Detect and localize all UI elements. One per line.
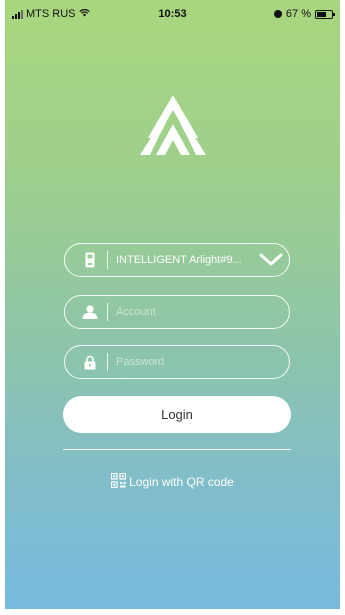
- device-icon: [79, 252, 101, 268]
- field-separator: [107, 353, 108, 371]
- account-field[interactable]: [64, 295, 290, 329]
- field-separator: [107, 303, 108, 321]
- alarm-icon: [273, 10, 282, 18]
- qr-login-link[interactable]: Login with QR code: [0, 472, 345, 491]
- account-input[interactable]: [116, 306, 289, 318]
- status-right: 67 %: [273, 8, 335, 20]
- screen-frame-bottom: [0, 609, 345, 615]
- divider: [63, 449, 291, 450]
- lock-icon: [79, 355, 101, 370]
- battery-icon: [315, 9, 335, 19]
- qr-login-label: Login with QR code: [129, 475, 234, 489]
- app-logo-icon: [140, 95, 206, 155]
- qr-code-icon: [111, 472, 127, 491]
- chevron-down-icon[interactable]: [259, 253, 283, 267]
- field-separator: [107, 251, 108, 269]
- password-field[interactable]: [64, 345, 290, 379]
- device-selector[interactable]: INTELLIGENT Arlight#9...: [64, 243, 290, 277]
- login-screen: MTS RUS 10:53 67 % INTELLIGENT Arlight#9…: [0, 0, 345, 615]
- screen-frame-right: [340, 0, 345, 615]
- user-icon: [79, 305, 101, 319]
- battery-fill: [317, 11, 326, 17]
- password-input[interactable]: [116, 356, 289, 368]
- login-button[interactable]: Login: [63, 396, 291, 433]
- screen-frame-left: [0, 0, 5, 615]
- battery-percent: 67 %: [285, 8, 311, 20]
- status-bar: MTS RUS 10:53 67 %: [0, 0, 345, 26]
- device-selector-value: INTELLIGENT Arlight#9...: [116, 254, 242, 266]
